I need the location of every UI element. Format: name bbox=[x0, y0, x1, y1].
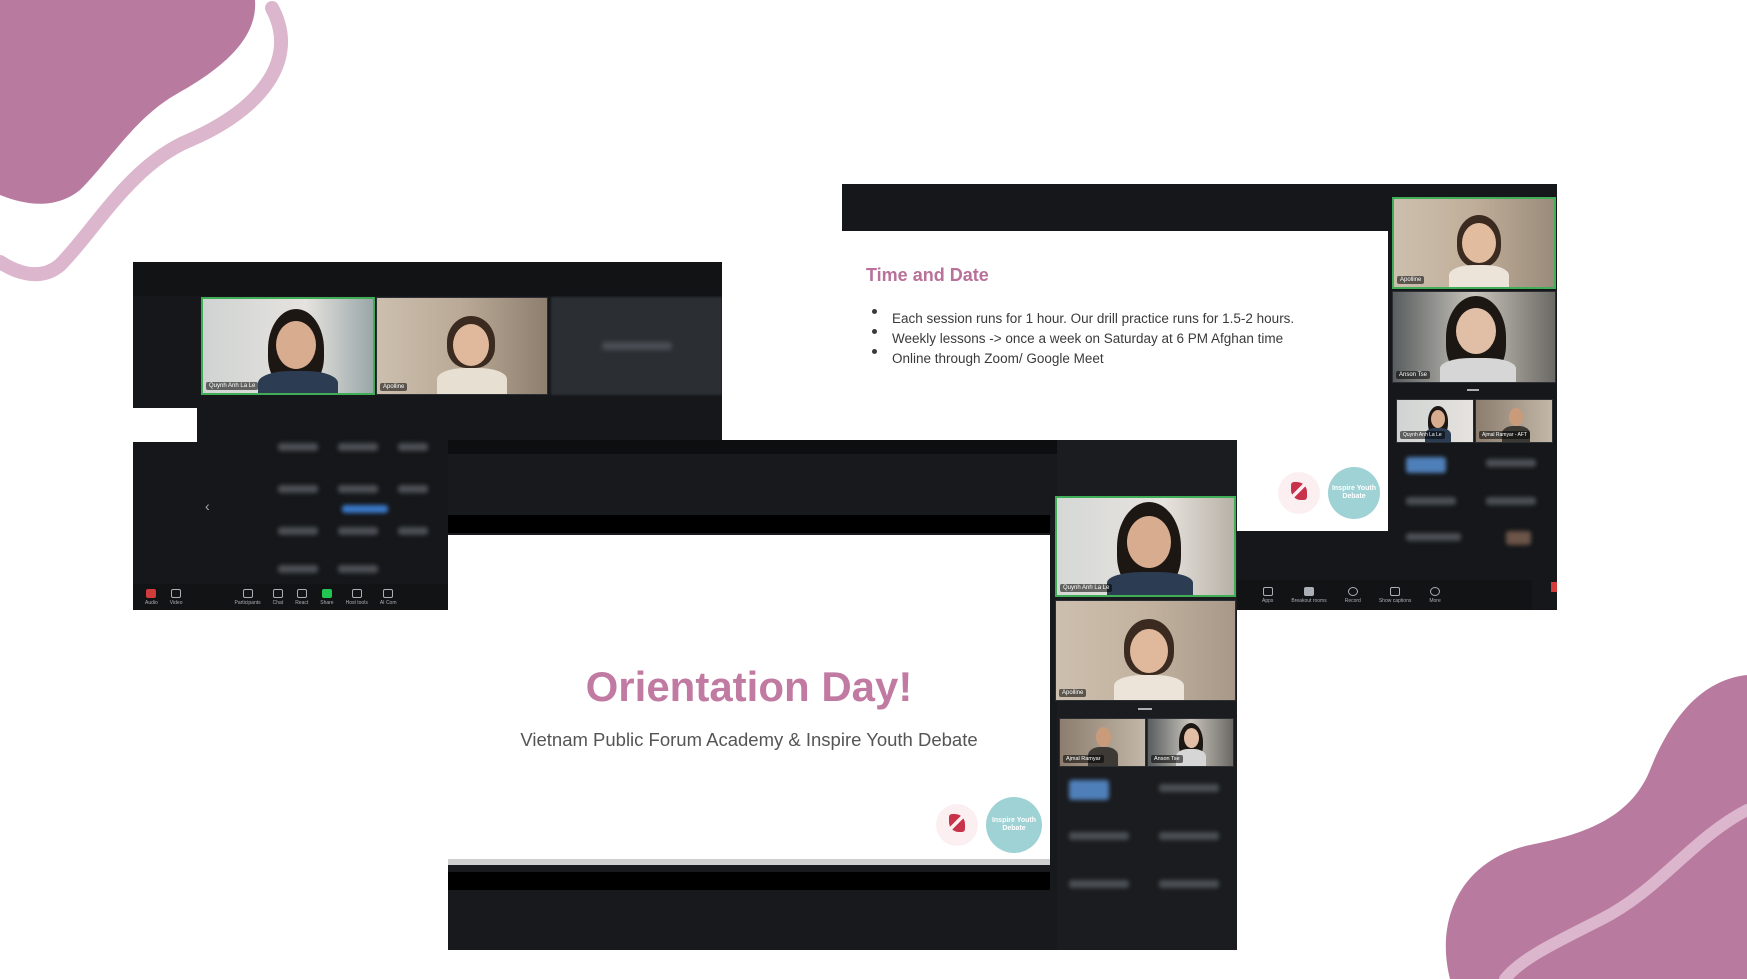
participant-name-tag: Ajmal Ramyar bbox=[1063, 755, 1104, 763]
slide-heading: Time and Date bbox=[866, 265, 989, 285]
record-icon bbox=[1347, 586, 1358, 596]
participant-name-tag: Anson Tse bbox=[1396, 371, 1430, 379]
meeting-top-bar bbox=[133, 262, 722, 296]
ai-companion-icon bbox=[383, 588, 394, 598]
gallery-divider bbox=[1138, 708, 1152, 710]
toolbar-chat[interactable]: Chat bbox=[272, 588, 283, 606]
black-band bbox=[448, 872, 1050, 890]
toolbar-video[interactable]: Video bbox=[170, 588, 183, 606]
slide-bullet-list: Each session runs for 1 hour. Our drill … bbox=[871, 309, 1294, 369]
participant-name-tag: Quynh Anh La Le bbox=[1400, 431, 1445, 439]
blurred-gallery bbox=[1059, 772, 1234, 902]
chat-icon bbox=[272, 588, 283, 598]
slide-subtitle: Vietnam Public Forum Academy & Inspire Y… bbox=[520, 729, 978, 750]
slide-bottom-strip bbox=[448, 859, 1050, 865]
vpfa-logo bbox=[1278, 472, 1320, 514]
inspire-youth-debate-logo: Inspire Youth Debate bbox=[1328, 467, 1380, 519]
video-tile-apolline[interactable]: Apolline bbox=[1392, 197, 1556, 289]
bottom-right-blob bbox=[1445, 675, 1747, 979]
meeting-toolbar: Apps Breakout rooms Record Show captions… bbox=[1232, 580, 1532, 610]
blurred-gallery bbox=[1396, 447, 1554, 567]
participant-name-tag: Anson Tse bbox=[1151, 755, 1183, 763]
toolbar-audio[interactable]: Audio bbox=[145, 588, 158, 606]
toolbar-apps[interactable]: Apps bbox=[1262, 586, 1273, 604]
toolbar-captions[interactable]: Show captions bbox=[1379, 586, 1411, 604]
participant-video-person bbox=[258, 309, 338, 393]
video-icon bbox=[171, 588, 182, 598]
toolbar-more[interactable]: More bbox=[1429, 586, 1441, 604]
slide-logos: Inspire Youth Debate bbox=[1278, 467, 1380, 519]
toolbar-share[interactable]: Share bbox=[320, 588, 334, 606]
toolbar-host-tools[interactable]: Host tools bbox=[346, 588, 368, 606]
host-tools-icon bbox=[351, 588, 362, 598]
toolbar-breakout-rooms[interactable]: Breakout rooms bbox=[1291, 586, 1327, 604]
slide-logos: Inspire Youth Debate bbox=[936, 797, 1042, 853]
video-tile-anson[interactable]: Anson Tse bbox=[1392, 291, 1556, 383]
end-meeting-button[interactable] bbox=[1551, 582, 1557, 592]
react-icon bbox=[296, 588, 307, 598]
more-icon bbox=[1430, 586, 1441, 596]
bullet-item: Online through Zoom/ Google Meet bbox=[871, 349, 1294, 369]
apps-icon bbox=[1262, 586, 1273, 596]
black-band bbox=[448, 515, 1050, 533]
shared-slide-thumbnail bbox=[133, 408, 197, 442]
breakout-rooms-icon bbox=[1304, 586, 1315, 596]
gallery-divider bbox=[1467, 389, 1479, 391]
top-left-blob bbox=[0, 0, 288, 282]
participant-video-person bbox=[437, 316, 507, 394]
video-tile-ajmal-small[interactable]: Ajmal Ramyar bbox=[1059, 718, 1146, 767]
toolbar-react[interactable]: React bbox=[295, 588, 308, 606]
bullet-item: Each session runs for 1 hour. Our drill … bbox=[871, 309, 1294, 329]
inspire-youth-debate-logo: Inspire Youth Debate bbox=[986, 797, 1042, 853]
captions-icon bbox=[1390, 586, 1401, 596]
participant-video-person bbox=[1114, 619, 1184, 700]
nav-prev-arrow-icon[interactable]: ‹ bbox=[205, 498, 210, 514]
video-tile-apolline[interactable]: Apolline bbox=[1055, 600, 1236, 701]
participant-video-person bbox=[1449, 215, 1509, 287]
participant-video-person bbox=[1107, 502, 1193, 595]
participant-name-tag: Ajmal Ramyar - AFT bbox=[1479, 431, 1531, 439]
bullet-item: Weekly lessons -> once a week on Saturda… bbox=[871, 329, 1294, 349]
video-tile-apolline[interactable]: Apolline bbox=[376, 297, 548, 395]
toolbar-ai-companion[interactable]: AI Com bbox=[380, 588, 397, 606]
video-tile-anson-small[interactable]: Anson Tse bbox=[1147, 718, 1234, 767]
participants-icon bbox=[242, 588, 253, 598]
participant-name-tag: Quynh Anh La Le bbox=[1060, 584, 1113, 592]
toolbar-participants[interactable]: Participants bbox=[235, 588, 261, 606]
blurred-gallery bbox=[268, 437, 433, 587]
participant-name-tag: Quynh Anh La Le bbox=[206, 382, 259, 390]
participant-name-tag: Apolline bbox=[1397, 276, 1425, 284]
toolbar-record[interactable]: Record bbox=[1345, 586, 1361, 604]
mic-icon bbox=[146, 588, 157, 598]
video-tile-ajmal-small[interactable]: Ajmal Ramyar - AFT bbox=[1475, 399, 1553, 443]
share-icon bbox=[321, 588, 332, 598]
vpfa-logo bbox=[936, 804, 978, 846]
zoom-screenshot-center: Orientation Day! Vietnam Public Forum Ac… bbox=[448, 440, 1237, 950]
video-tile-quynh-small[interactable]: Quynh Anh La Le bbox=[1396, 399, 1474, 443]
video-tile-quynh[interactable]: Quynh Anh La Le bbox=[1055, 496, 1236, 597]
participant-name-tag: Apolline bbox=[380, 383, 408, 391]
video-tile-blurred bbox=[551, 297, 722, 395]
participant-video-person bbox=[1438, 296, 1518, 382]
slide-title: Orientation Day! bbox=[585, 663, 913, 710]
shared-slide-orientation: Orientation Day! Vietnam Public Forum Ac… bbox=[448, 535, 1050, 865]
participant-name-tag: Apolline bbox=[1059, 689, 1087, 697]
video-tile-quynh[interactable]: Quynh Anh La Le bbox=[201, 297, 375, 395]
